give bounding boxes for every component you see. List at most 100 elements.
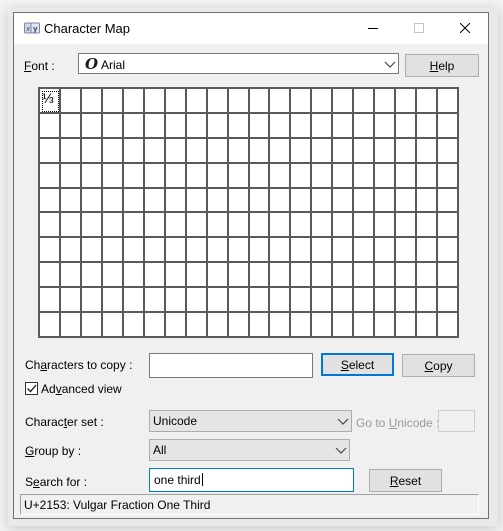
character-cell[interactable] <box>291 288 313 314</box>
character-cell[interactable] <box>60 89 82 114</box>
character-cell[interactable] <box>375 213 397 239</box>
character-cell[interactable] <box>333 238 355 264</box>
select-button[interactable]: Select <box>321 353 394 376</box>
font-dropdown[interactable]: O Arial <box>78 53 399 74</box>
character-cell[interactable] <box>40 263 61 289</box>
character-cell[interactable] <box>249 213 271 239</box>
character-cell[interactable] <box>60 263 82 289</box>
character-cell[interactable] <box>291 238 313 264</box>
character-cell[interactable] <box>186 288 208 314</box>
character-cell[interactable] <box>354 288 376 314</box>
character-cell[interactable] <box>375 238 397 264</box>
character-cell[interactable] <box>396 263 418 289</box>
character-cell[interactable] <box>228 188 250 214</box>
character-cell[interactable] <box>81 89 103 114</box>
character-cell[interactable] <box>228 138 250 164</box>
character-cell[interactable] <box>312 163 334 189</box>
go-to-unicode-input[interactable] <box>438 410 475 432</box>
character-cell[interactable]: ⅓ <box>40 89 61 114</box>
characters-to-copy-input[interactable] <box>149 353 313 378</box>
character-cell[interactable] <box>312 188 334 214</box>
character-cell[interactable] <box>270 263 292 289</box>
character-cell[interactable] <box>186 313 208 338</box>
character-cell[interactable] <box>249 288 271 314</box>
character-cell[interactable] <box>144 313 166 338</box>
character-cell[interactable] <box>333 163 355 189</box>
character-cell[interactable] <box>165 288 187 314</box>
close-button[interactable] <box>442 13 488 44</box>
character-cell[interactable] <box>81 213 103 239</box>
character-cell[interactable] <box>354 313 376 338</box>
character-cell[interactable] <box>81 163 103 189</box>
character-cell[interactable] <box>333 138 355 164</box>
character-cell[interactable] <box>312 313 334 338</box>
character-cell[interactable] <box>60 113 82 139</box>
character-cell[interactable] <box>438 188 459 214</box>
character-cell[interactable] <box>123 238 145 264</box>
character-cell[interactable] <box>396 89 418 114</box>
character-cell[interactable] <box>417 188 439 214</box>
character-cell[interactable] <box>60 163 82 189</box>
character-cell[interactable] <box>144 89 166 114</box>
character-cell[interactable] <box>102 138 124 164</box>
character-cell[interactable] <box>375 313 397 338</box>
advanced-view-label[interactable]: Advanced view <box>41 382 122 396</box>
character-cell[interactable] <box>249 313 271 338</box>
character-cell[interactable] <box>312 113 334 139</box>
character-cell[interactable] <box>375 263 397 289</box>
character-cell[interactable] <box>249 89 271 114</box>
character-cell[interactable] <box>270 138 292 164</box>
character-cell[interactable] <box>144 138 166 164</box>
character-cell[interactable] <box>228 313 250 338</box>
character-cell[interactable] <box>228 89 250 114</box>
character-cell[interactable] <box>312 288 334 314</box>
character-cell[interactable] <box>291 263 313 289</box>
character-cell[interactable] <box>207 313 229 338</box>
character-cell[interactable] <box>102 238 124 264</box>
character-cell[interactable] <box>165 138 187 164</box>
character-cell[interactable] <box>228 113 250 139</box>
character-cell[interactable] <box>417 213 439 239</box>
title-bar[interactable]: x y Character Map <box>14 13 488 44</box>
character-cell[interactable] <box>228 213 250 239</box>
character-cell[interactable] <box>417 313 439 338</box>
character-cell[interactable] <box>417 89 439 114</box>
character-cell[interactable] <box>291 89 313 114</box>
character-cell[interactable] <box>228 163 250 189</box>
character-cell[interactable] <box>40 163 61 189</box>
character-cell[interactable] <box>144 263 166 289</box>
character-cell[interactable] <box>102 163 124 189</box>
character-cell[interactable] <box>438 263 459 289</box>
character-cell[interactable] <box>207 238 229 264</box>
character-grid[interactable]: ⅓ <box>38 87 459 338</box>
character-cell[interactable] <box>312 238 334 264</box>
character-cell[interactable] <box>81 138 103 164</box>
character-cell[interactable] <box>333 288 355 314</box>
character-cell[interactable] <box>417 288 439 314</box>
advanced-view-checkbox[interactable] <box>25 382 38 395</box>
character-set-dropdown[interactable]: Unicode <box>149 410 352 432</box>
character-cell[interactable] <box>60 138 82 164</box>
character-cell[interactable] <box>102 213 124 239</box>
character-cell[interactable] <box>144 113 166 139</box>
character-cell[interactable] <box>123 163 145 189</box>
copy-button[interactable]: Copy <box>402 354 475 377</box>
character-cell[interactable] <box>354 138 376 164</box>
character-cell[interactable] <box>102 288 124 314</box>
character-cell[interactable] <box>228 288 250 314</box>
character-cell[interactable] <box>123 263 145 289</box>
character-cell[interactable] <box>438 238 459 264</box>
character-cell[interactable] <box>249 163 271 189</box>
character-cell[interactable] <box>333 188 355 214</box>
help-button[interactable]: Help <box>405 54 479 77</box>
character-cell[interactable] <box>438 138 459 164</box>
character-cell[interactable] <box>249 263 271 289</box>
character-cell[interactable] <box>375 288 397 314</box>
character-cell[interactable] <box>165 89 187 114</box>
character-cell[interactable] <box>270 163 292 189</box>
character-cell[interactable] <box>60 313 82 338</box>
character-cell[interactable] <box>40 213 61 239</box>
character-cell[interactable] <box>81 288 103 314</box>
maximize-button[interactable] <box>396 13 442 44</box>
character-cell[interactable] <box>396 188 418 214</box>
